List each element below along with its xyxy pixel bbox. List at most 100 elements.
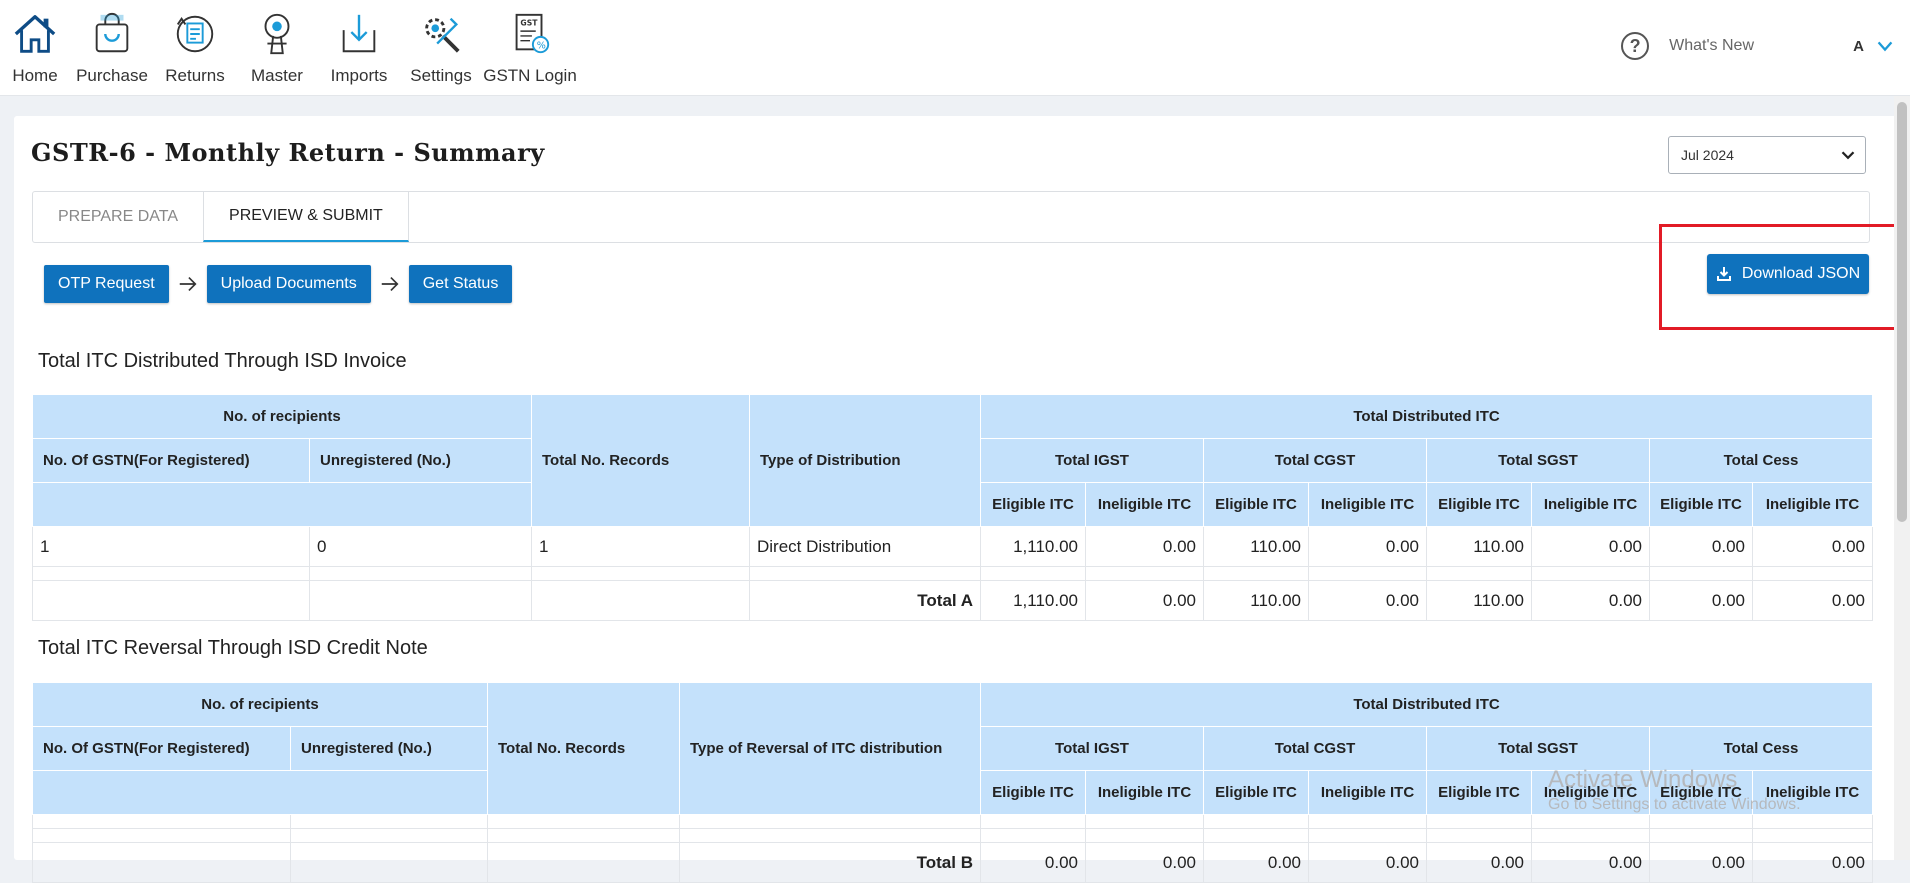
nav-imports[interactable]: Imports (318, 8, 400, 92)
nav-returns[interactable]: Returns (154, 8, 236, 92)
header-no-gstn: No. Of GSTN(For Registered) (32, 438, 310, 483)
get-status-button[interactable]: Get Status (408, 265, 513, 303)
total-cess-ineligible: 0.00 (1751, 580, 1874, 621)
header-total-cess: Total Cess (1648, 438, 1874, 483)
chevron-down-icon[interactable] (1874, 35, 1896, 57)
header-total-igst: Total IGST (980, 438, 1204, 483)
svg-text:GST: GST (520, 18, 538, 27)
nav-settings[interactable]: Settings (400, 8, 482, 92)
header-blank (32, 482, 532, 527)
total-sgst-ineligible: 0.00 (1531, 580, 1650, 621)
header-type-distribution: Type of Distribution (749, 394, 981, 527)
total-igst-eligible: 1,110.00 (980, 580, 1086, 621)
nav-gstn-login-label: GSTN Login (483, 66, 577, 85)
nav-master[interactable]: Master (236, 8, 318, 92)
nav-returns-label: Returns (165, 66, 225, 85)
user-initial[interactable]: A (1853, 38, 1864, 55)
header-total-cess: Total Cess (1648, 726, 1874, 771)
isd-credit-note-table: No. of recipients Total No. Records Type… (32, 682, 1874, 883)
total-cess-ineligible: 0.00 (1751, 842, 1874, 883)
total-a-label: Total A (749, 580, 981, 621)
cell-igst-ineligible: 0.00 (1085, 526, 1204, 567)
tab-bar: PREPARE DATA PREVIEW & SUBMIT (32, 191, 1870, 243)
header-total-igst: Total IGST (980, 726, 1204, 771)
cell-sgst-ineligible: 0.00 (1531, 526, 1650, 567)
header-eligible: Eligible ITC (1649, 482, 1753, 527)
header-eligible: Eligible ITC (1203, 770, 1309, 815)
arrow-right-icon (169, 265, 207, 303)
nav-settings-label: Settings (410, 66, 472, 85)
nav-purchase-label: Purchase (76, 66, 148, 85)
header-total-distributed: Total Distributed ITC (979, 394, 1874, 439)
total-sgst-eligible: 0.00 (1426, 842, 1532, 883)
header-eligible: Eligible ITC (980, 770, 1086, 815)
returns-icon (169, 8, 221, 60)
section-a-title: Total ITC Distributed Through ISD Invoic… (38, 350, 407, 372)
import-icon (333, 8, 385, 60)
header-ineligible: Ineligible ITC (1531, 482, 1650, 527)
total-sgst-eligible: 110.00 (1426, 580, 1532, 621)
nav-home[interactable]: Home (0, 8, 70, 92)
cell-cgst-ineligible: 0.00 (1308, 526, 1427, 567)
nav-gstn-login[interactable]: GST% GSTN Login (482, 8, 578, 92)
total-igst-ineligible: 0.00 (1085, 580, 1204, 621)
total-cgst-eligible: 110.00 (1203, 580, 1309, 621)
cell-gstn: 1 (32, 526, 310, 567)
svg-text:%: % (537, 40, 546, 51)
header-ineligible: Ineligible ITC (1085, 770, 1204, 815)
header-no-gstn: No. Of GSTN(For Registered) (32, 726, 291, 771)
period-select[interactable]: Jul 2024 (1668, 136, 1866, 174)
submission-steps: OTP Request Upload Documents Get Status (44, 263, 513, 305)
total-row: Total B 0.00 0.00 0.00 0.00 0.00 0.00 0.… (32, 842, 1874, 883)
header-total-distributed: Total Distributed ITC (979, 682, 1874, 727)
tab-preview-submit[interactable]: PREVIEW & SUBMIT (203, 192, 409, 242)
top-navigation-bar: Home Purchase Returns Master Imports Set… (0, 0, 1910, 96)
table-row: 1 0 1 Direct Distribution 1,110.00 0.00 … (32, 526, 1874, 567)
shopping-bag-icon (86, 8, 138, 60)
cell-cess-eligible: 0.00 (1649, 526, 1753, 567)
total-cgst-eligible: 0.00 (1203, 842, 1309, 883)
total-sgst-ineligible: 0.00 (1531, 842, 1650, 883)
cell-records: 1 (531, 526, 750, 567)
page-scrollbar[interactable] (1894, 96, 1910, 860)
whats-new-link[interactable]: What's New (1669, 37, 1819, 55)
gst-login-icon: GST% (504, 8, 556, 60)
header-ineligible: Ineligible ITC (1085, 482, 1204, 527)
total-cess-eligible: 0.00 (1649, 580, 1753, 621)
otp-request-button[interactable]: OTP Request (44, 265, 169, 303)
scrollbar-thumb[interactable] (1897, 102, 1907, 522)
cell-igst-eligible: 1,110.00 (980, 526, 1086, 567)
cell-unregistered: 0 (309, 526, 532, 567)
upload-documents-button[interactable]: Upload Documents (206, 265, 371, 303)
total-row: Total A 1,110.00 0.00 110.00 0.00 110.00… (32, 580, 1874, 621)
total-b-label: Total B (679, 842, 981, 883)
summary-card: GSTR-6 - Monthly Return - Summary Jul 20… (14, 116, 1910, 883)
total-cgst-ineligible: 0.00 (1308, 842, 1427, 883)
header-ineligible: Ineligible ITC (1751, 482, 1874, 527)
help-icon[interactable]: ? (1621, 32, 1650, 60)
header-total-cgst: Total CGST (1203, 438, 1427, 483)
header-ineligible: Ineligible ITC (1751, 770, 1874, 815)
header-eligible: Eligible ITC (980, 482, 1086, 527)
header-no-recipients: No. of recipients (32, 394, 532, 439)
header-eligible: Eligible ITC (1426, 770, 1532, 815)
cell-sgst-eligible: 110.00 (1426, 526, 1532, 567)
total-igst-eligible: 0.00 (980, 842, 1086, 883)
header-unregistered: Unregistered (No.) (309, 438, 532, 483)
header-total-sgst: Total SGST (1426, 726, 1650, 771)
header-eligible: Eligible ITC (1649, 770, 1753, 815)
header-total-records: Total No. Records (531, 394, 750, 527)
home-icon (9, 8, 61, 60)
tab-prepare-data[interactable]: PREPARE DATA (33, 192, 203, 242)
header-unregistered: Unregistered (No.) (290, 726, 488, 771)
nav-master-label: Master (251, 66, 303, 85)
main-nav: Home Purchase Returns Master Imports Set… (0, 8, 578, 92)
settings-icon (415, 8, 467, 60)
top-right-area: ? What's New A (1621, 28, 1910, 64)
nav-purchase[interactable]: Purchase (70, 8, 154, 92)
header-type-reversal: Type of Reversal of ITC distribution (679, 682, 981, 815)
total-cess-eligible: 0.00 (1649, 842, 1753, 883)
total-cgst-ineligible: 0.00 (1308, 580, 1427, 621)
spacer-row (32, 566, 1874, 581)
highlight-annotation (1659, 224, 1910, 330)
